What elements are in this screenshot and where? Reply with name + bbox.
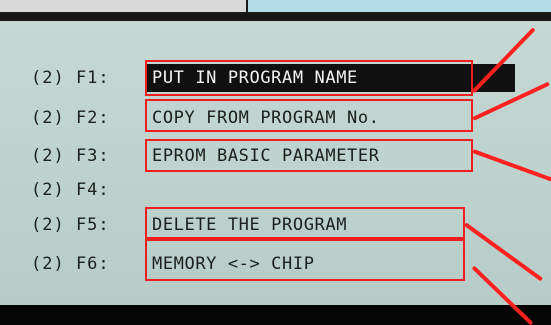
menu-item-f1[interactable]: (2) F1: PUT IN PROGRAM NAME xyxy=(0,64,551,92)
function-key-label: (2) F4: xyxy=(31,180,110,200)
machine-screen: (2) F1: PUT IN PROGRAM NAME (2) F2: COPY… xyxy=(0,0,551,325)
menu-item-f2[interactable]: (2) F2: COPY FROM PROGRAM No. xyxy=(0,104,551,132)
function-key-label: (2) F1: xyxy=(31,68,110,88)
function-key-label: (2) F2: xyxy=(31,108,110,128)
function-key-label: (2) F6: xyxy=(31,254,110,274)
menu-item-label: EPROM BASIC PARAMETER xyxy=(152,146,380,166)
menu-item-label: PUT IN PROGRAM NAME xyxy=(152,68,358,88)
function-key-label: (2) F5: xyxy=(31,215,110,235)
function-key-label: (2) F3: xyxy=(31,146,110,166)
menu-item-f3[interactable]: (2) F3: EPROM BASIC PARAMETER xyxy=(0,142,551,170)
menu-item-f6[interactable]: (2) F6: MEMORY <-> CHIP xyxy=(0,250,551,278)
menu-item-label: DELETE THE PROGRAM xyxy=(152,215,348,235)
menu-item-f4[interactable]: (2) F4: xyxy=(0,176,551,204)
menu-item-label: MEMORY <-> CHIP xyxy=(152,254,315,274)
program-function-menu: (2) F1: PUT IN PROGRAM NAME (2) F2: COPY… xyxy=(0,0,551,305)
menu-item-label: COPY FROM PROGRAM No. xyxy=(152,108,380,128)
